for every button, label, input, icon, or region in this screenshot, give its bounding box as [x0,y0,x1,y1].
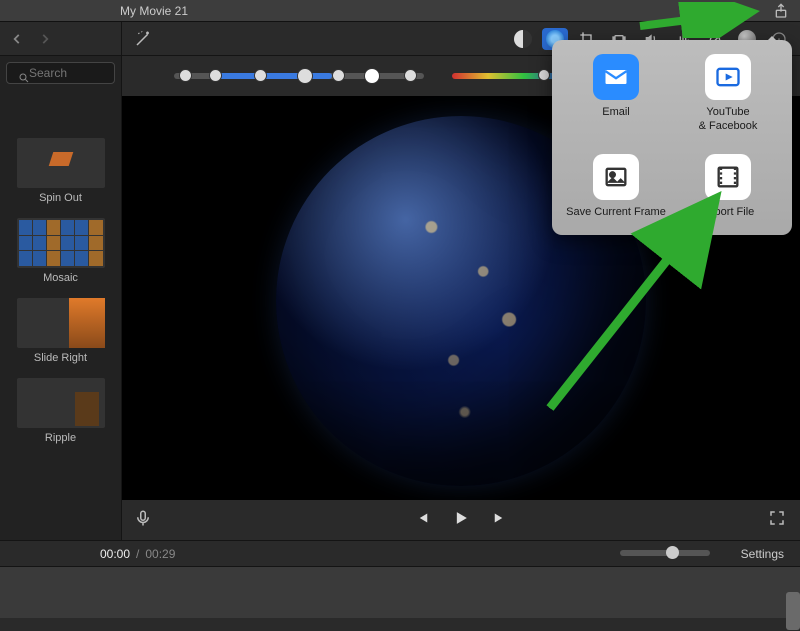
transition-thumb [17,218,105,268]
share-option-youtube-facebook[interactable]: YouTube & Facebook [674,54,782,134]
vertical-scrollbar[interactable] [786,592,800,630]
share-option-label: YouTube & Facebook [699,106,758,134]
sidebar-item-label: Ripple [45,432,76,444]
search-icon [18,72,30,87]
sidebar-item-slide-right[interactable]: Slide Right [6,298,115,364]
transition-thumb [17,378,105,428]
settings-button[interactable]: Settings [741,547,784,561]
transition-thumb [17,298,105,348]
color-balance-button[interactable] [510,28,536,50]
voiceover-button[interactable] [134,509,152,532]
email-icon [593,54,639,100]
time-row: 00:00 / 00:29 Settings [0,540,800,566]
zoom-slider[interactable] [620,550,710,556]
sidebar-item-label: Mosaic [43,272,78,284]
share-option-label: Save Current Frame [566,206,666,220]
transition-thumb [17,138,105,188]
next-button[interactable] [491,509,509,532]
sidebar-item-mosaic[interactable]: Mosaic [6,218,115,284]
prev-button[interactable] [413,509,431,532]
share-option-email[interactable]: Email [562,54,670,134]
duration-time: 00:29 [145,547,175,561]
current-time: 00:00 [100,547,130,561]
sidebar-item-label: Slide Right [34,352,87,364]
window-titlebar: My Movie 21 [0,0,800,22]
project-title: My Movie 21 [120,4,188,18]
timeline-track[interactable] [0,566,800,618]
share-option-label: Export File [702,206,755,220]
sidebar-item-list: Spin Out Mosaic Slide Right Ripple [0,88,121,540]
magic-wand-button[interactable] [130,28,156,50]
share-button[interactable] [772,2,790,20]
exposure-slider[interactable] [174,73,424,79]
playback-bar [122,500,800,540]
sidebar-item-label: Spin Out [39,192,82,204]
sidebar-search [6,62,115,84]
sidebar-item-ripple[interactable]: Ripple [6,378,115,444]
fullscreen-button[interactable] [768,509,786,532]
nav-back-button[interactable] [6,28,28,50]
sidebar-item-spin-out[interactable]: Spin Out [6,138,115,204]
share-popover: Email YouTube & Facebook Save Current Fr… [552,40,792,235]
play-button[interactable] [451,508,471,533]
youtube-facebook-icon [705,54,751,100]
save-frame-icon [593,154,639,200]
export-file-icon [705,154,751,200]
share-option-export-file[interactable]: Export File [674,154,782,220]
sidebar: Spin Out Mosaic Slide Right Ripple [0,22,122,540]
sidebar-nav [0,22,121,56]
share-option-save-frame[interactable]: Save Current Frame [562,154,670,220]
share-option-label: Email [602,106,630,120]
nav-forward-button[interactable] [34,28,56,50]
